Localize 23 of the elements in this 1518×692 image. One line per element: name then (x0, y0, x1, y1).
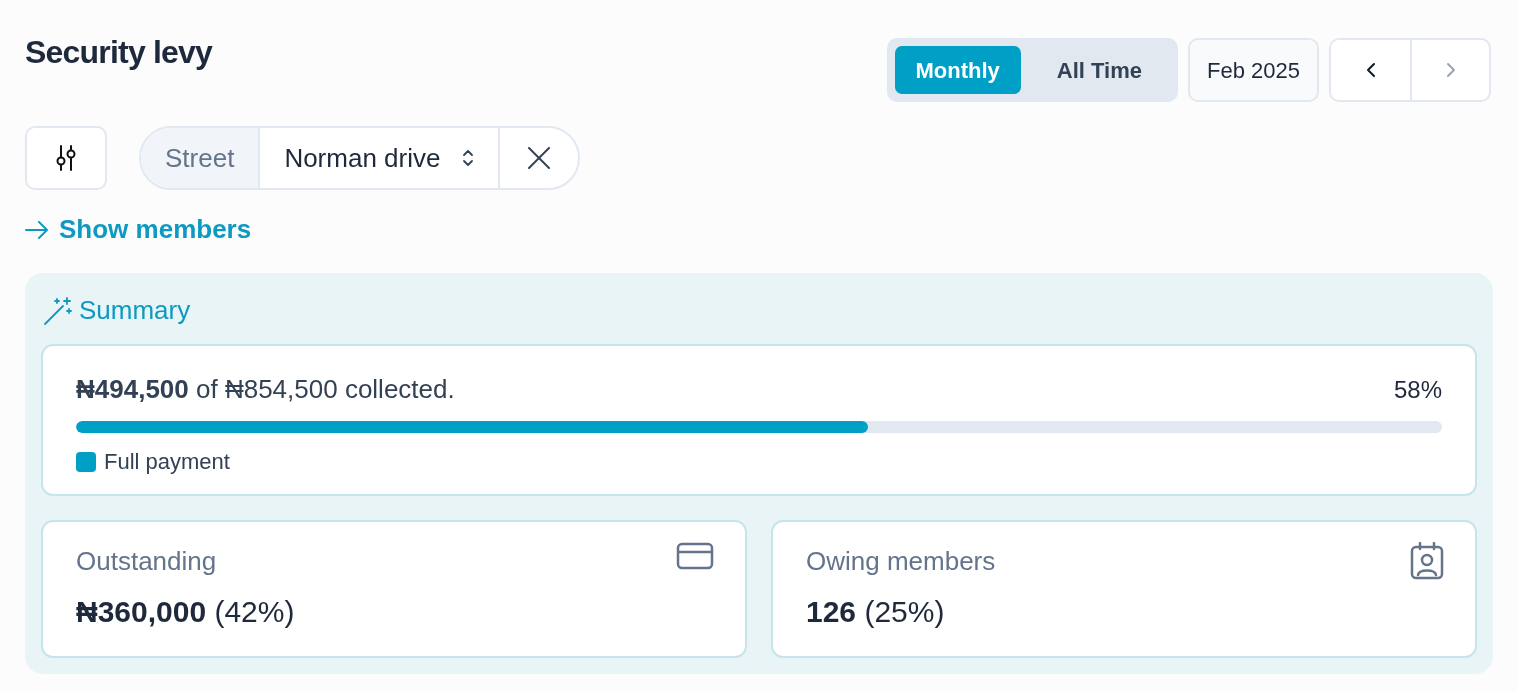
stat-label: Outstanding (76, 545, 218, 578)
sliders-icon (54, 145, 78, 171)
page-title: Security levy (25, 36, 213, 68)
credit-card-icon (676, 542, 714, 570)
close-icon (528, 147, 551, 169)
arrow-right-icon (25, 220, 49, 239)
chevron-left-icon (1364, 62, 1377, 78)
percent-text: 58% (1393, 375, 1442, 405)
filter-button[interactable] (25, 126, 107, 190)
chevron-right-icon (1444, 62, 1457, 78)
collected-text: ₦494,500 of ₦854,500 collected. (76, 373, 455, 406)
magic-wand-icon (43, 295, 73, 326)
legend-label: Full payment (104, 448, 230, 476)
period-button[interactable]: Feb 2025 (1188, 38, 1319, 102)
stat-label: Owing members (806, 545, 996, 578)
stat-value: ₦360,000 (42%) (76, 594, 295, 630)
period-tab[interactable]: All Time (1028, 46, 1171, 94)
street-select[interactable]: Norman drive (260, 128, 501, 188)
filter-label: Street (141, 128, 261, 188)
contact-card-icon (1410, 542, 1444, 580)
up-down-caret-icon (462, 149, 475, 167)
stat-value: 126 (25%) (806, 594, 946, 630)
summary-title: Summary (79, 294, 191, 327)
